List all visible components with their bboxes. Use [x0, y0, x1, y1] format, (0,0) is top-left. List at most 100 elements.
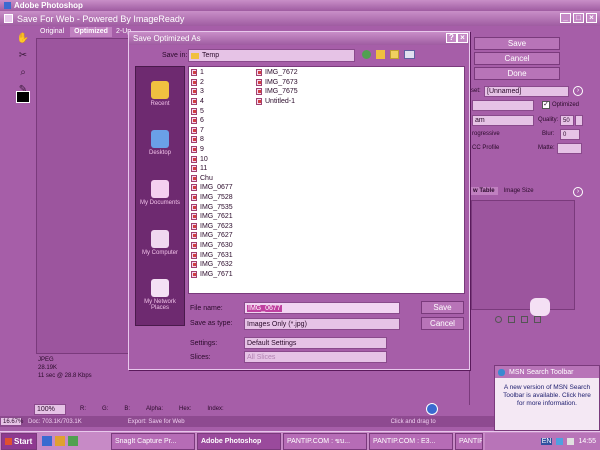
sfw-cancel-button[interactable]: Cancel: [474, 52, 560, 65]
color-table-tools: [495, 316, 541, 323]
folder-launch-icon[interactable]: [55, 436, 65, 446]
msn-message[interactable]: A new version of MSN Search Toolbar is a…: [495, 378, 599, 414]
language-indicator[interactable]: EN: [540, 437, 553, 445]
taskbar: Start SnagIt Capture Pr... Adobe Photosh…: [0, 431, 600, 450]
file-item[interactable]: 2: [191, 78, 253, 88]
file-item[interactable]: 11: [191, 164, 253, 174]
photoshop-icon: [4, 2, 11, 9]
file-item[interactable]: IMG_7673: [256, 78, 326, 88]
file-item[interactable]: IMG_7675: [256, 87, 326, 97]
hand-tool-icon[interactable]: ✋: [16, 33, 30, 47]
tab-optimized[interactable]: Optimized: [70, 27, 112, 37]
file-item[interactable]: 8: [191, 135, 253, 145]
view-menu-icon[interactable]: [404, 50, 415, 59]
optimized-checkbox[interactable]: ✓: [542, 101, 550, 109]
file-item[interactable]: IMG_7627: [191, 231, 253, 241]
file-item[interactable]: 3: [191, 87, 253, 97]
place-recent[interactable]: Recent: [136, 80, 184, 107]
lock-color-icon[interactable]: [508, 316, 515, 323]
status-zoom[interactable]: 16.67%: [0, 417, 23, 426]
dialog-save-button[interactable]: Save: [421, 301, 464, 314]
tab-color-table[interactable]: w Table: [470, 187, 498, 195]
launch-icon[interactable]: [68, 436, 78, 446]
jpg-file-icon: [191, 213, 197, 221]
snap-web-icon[interactable]: [495, 316, 502, 323]
file-item[interactable]: IMG_7621: [191, 212, 253, 222]
save-type-select[interactable]: Images Only (*.jpg): [244, 318, 400, 330]
tab-original[interactable]: Original: [34, 27, 70, 37]
dialog-close-button[interactable]: ×: [457, 33, 468, 43]
tray-icon[interactable]: [556, 437, 564, 445]
settings-select[interactable]: Default Settings: [244, 337, 387, 349]
sfw-titlebar: Save For Web - Powered By ImageReady: [0, 11, 600, 26]
browser-preview-icon[interactable]: [426, 403, 438, 415]
back-icon[interactable]: [362, 50, 371, 59]
sfw-save-button[interactable]: Save: [474, 37, 560, 50]
preview-tabs: Original Optimized 2-Up: [34, 27, 135, 37]
quality-input[interactable]: 50: [560, 115, 574, 126]
jpg-file-icon: [191, 126, 197, 134]
file-item[interactable]: IMG_7630: [191, 241, 253, 251]
matte-select[interactable]: [557, 143, 582, 154]
color-swatch[interactable]: [16, 91, 30, 103]
file-item[interactable]: IMG_7528: [191, 193, 253, 203]
file-item[interactable]: 9: [191, 145, 253, 155]
icc-profile-label: CC Profile: [472, 145, 500, 151]
place-my-computer[interactable]: My Computer: [136, 229, 184, 256]
volume-icon[interactable]: [567, 437, 575, 445]
format-select[interactable]: [472, 100, 534, 111]
file-item[interactable]: Chu: [191, 174, 253, 184]
file-item[interactable]: IMG_7631: [191, 250, 253, 260]
clock: 14:55: [578, 437, 596, 445]
quality-preset-select[interactable]: am: [472, 115, 534, 126]
sfw-done-button[interactable]: Done: [474, 67, 560, 80]
place-my-documents[interactable]: My Documents: [136, 179, 184, 206]
maximize-button[interactable]: □: [573, 13, 584, 23]
new-color-icon[interactable]: [521, 316, 528, 323]
file-item[interactable]: IMG_7672: [256, 68, 326, 78]
panel-menu-icon[interactable]: ›: [573, 86, 583, 96]
delete-color-icon[interactable]: [534, 316, 541, 323]
blur-input[interactable]: 0: [560, 129, 580, 140]
file-item[interactable]: 6: [191, 116, 253, 126]
save-in-select[interactable]: Temp: [188, 49, 355, 62]
quality-arrow-icon[interactable]: [575, 115, 583, 126]
file-item[interactable]: IMG_7623: [191, 222, 253, 232]
dialog-cancel-button[interactable]: Cancel: [421, 317, 464, 330]
file-item[interactable]: Untitled-1: [256, 97, 326, 107]
file-item[interactable]: 1: [191, 68, 253, 78]
file-item[interactable]: IMG_7535: [191, 202, 253, 212]
minimize-button[interactable]: _: [560, 13, 571, 23]
slice-select-icon[interactable]: ✂: [16, 50, 30, 64]
place-my-network[interactable]: My Network Places: [136, 279, 184, 311]
taskbar-item-pantip-2[interactable]: PANTIP.COM : E3...: [369, 432, 453, 450]
file-item[interactable]: 10: [191, 154, 253, 164]
file-item[interactable]: 5: [191, 106, 253, 116]
msn-notification[interactable]: MSN Search Toolbar A new version of MSN …: [494, 365, 600, 431]
file-name-input[interactable]: IMG_0677: [244, 302, 400, 314]
taskbar-item-pantip-1[interactable]: PANTIP.COM : ขบ...: [283, 432, 367, 450]
close-button[interactable]: ×: [586, 13, 597, 23]
info-time: 11 sec @ 28.8 Kbps: [38, 373, 92, 379]
tab-image-size[interactable]: Image Size: [501, 187, 537, 195]
taskbar-item-pantip-3[interactable]: PANTIP.COM : ฉา...: [455, 432, 483, 450]
up-folder-icon[interactable]: [376, 50, 385, 59]
file-item[interactable]: 7: [191, 126, 253, 136]
ie-icon[interactable]: [42, 436, 52, 446]
zoom-tool-icon[interactable]: ⌕: [16, 67, 30, 81]
zoom-select[interactable]: 100%: [34, 403, 66, 415]
new-folder-icon[interactable]: [390, 50, 399, 59]
file-item[interactable]: 4: [191, 97, 253, 107]
readout-bar: 100% R: G: B: Alpha: Hex: Index:: [34, 403, 474, 415]
color-table-menu-icon[interactable]: ›: [573, 187, 583, 197]
preset-select[interactable]: [Unnamed]: [484, 86, 569, 97]
file-item[interactable]: IMG_7632: [191, 260, 253, 270]
taskbar-item-snagit[interactable]: SnagIt Capture Pr...: [111, 432, 195, 450]
taskbar-item-photoshop[interactable]: Adobe Photoshop: [197, 432, 281, 450]
place-desktop[interactable]: Desktop: [136, 130, 184, 156]
dialog-help-button[interactable]: ?: [446, 33, 457, 43]
desktop-icon: [151, 130, 169, 149]
file-item[interactable]: IMG_7671: [191, 269, 253, 279]
start-button[interactable]: Start: [1, 432, 37, 450]
file-item[interactable]: IMG_0677: [191, 183, 253, 193]
